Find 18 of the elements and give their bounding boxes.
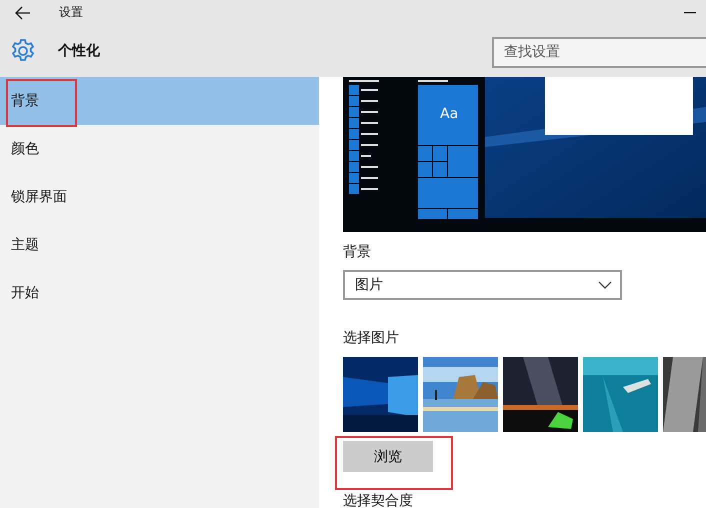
tile-text: Aa (440, 106, 458, 122)
settings-icon (10, 38, 36, 64)
background-dropdown[interactable]: 图片 (343, 270, 622, 300)
sidebar-item[interactable]: 锁屏界面 (0, 173, 319, 221)
highlight-frame (6, 79, 77, 127)
chevron-down-icon (598, 281, 612, 289)
page-title: 个性化 (58, 42, 100, 60)
window-title: 设置 (59, 4, 83, 21)
browse-button[interactable]: 浏览 (343, 441, 433, 472)
sidebar-item[interactable]: 开始 (0, 269, 319, 317)
sidebar-item[interactable]: 颜色 (0, 125, 319, 173)
section-label: 背景 (343, 243, 372, 262)
section-label: 选择契合度 (343, 492, 414, 508)
search-field[interactable]: 查找设置 (492, 36, 706, 68)
section-label: 选择图片 (343, 329, 400, 348)
sidebar-item[interactable]: 背景 (0, 77, 319, 125)
back-icon[interactable] (15, 6, 31, 20)
sidebar-item[interactable]: 主题 (0, 221, 319, 269)
